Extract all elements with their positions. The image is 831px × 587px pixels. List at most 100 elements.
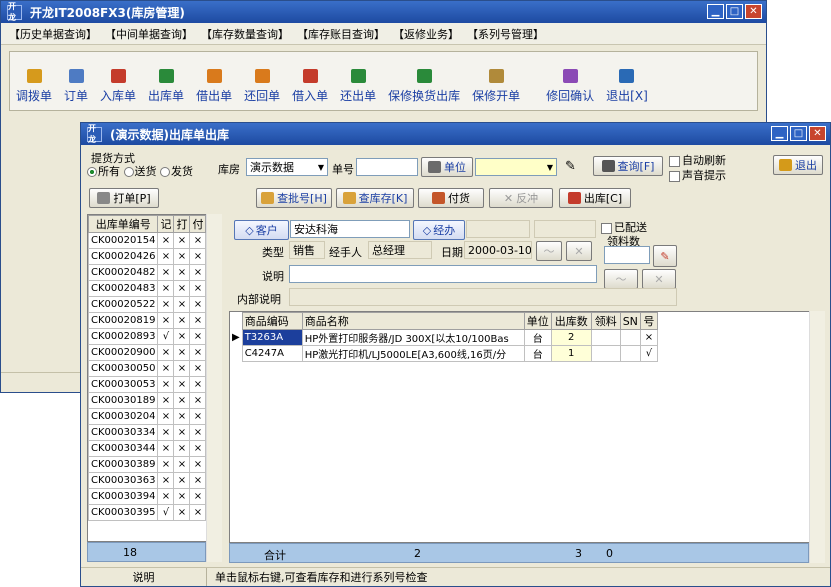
item-cell[interactable] [590, 329, 621, 346]
clear-button[interactable]: ✕ [566, 241, 592, 261]
item-row[interactable]: ▶ T3263A HP外置打印服务器/JD 300X[以太10/100Bas 台 2 × [230, 329, 658, 346]
toolbar-button-2[interactable]: 入库单 [94, 69, 142, 104]
item-cell[interactable]: 台 [523, 345, 552, 362]
toolbar-button-11[interactable]: 退出[X] [600, 69, 654, 104]
print-button[interactable]: 打单[P] [89, 188, 159, 208]
order-list-row[interactable]: CK00030189 × × × [88, 392, 206, 409]
stock-query-button[interactable]: 查库存[K] [336, 188, 414, 208]
unit-chevron-down-icon[interactable]: ▼ [547, 163, 553, 172]
menu-item-1[interactable]: 【中间单据查询】 [105, 26, 193, 42]
item-row[interactable]: C4247A HP激光打印机/LJ5000LE[A3,600线,16页/分台 1 √ [230, 345, 658, 362]
dialog-close-icon[interactable]: ✕ [809, 126, 826, 141]
menu-item-0[interactable]: 【历史单据查询】 [9, 26, 97, 42]
col-recorded[interactable]: 记 [157, 215, 175, 233]
order-list-row[interactable]: CK00030389 × × × [88, 456, 206, 473]
customer-field[interactable]: 安达科海 [290, 220, 410, 238]
close-icon[interactable]: ✕ [745, 4, 762, 19]
minimize-icon[interactable]: ▁ [707, 4, 724, 19]
unit-select[interactable]: ▼ [475, 158, 557, 176]
query-button[interactable]: 查询[F] [593, 156, 663, 176]
toolbar-button-3[interactable]: 出库单 [142, 69, 190, 104]
item-cell[interactable]: HP外置打印服务器/JD 300X[以太10/100Bas [301, 329, 525, 346]
col-unit[interactable]: 单位 [523, 312, 552, 330]
order-list-row[interactable]: CK00020483 × × × [88, 280, 206, 297]
sound-prompt-checkbox[interactable]: 声音提示 [669, 167, 726, 183]
radio-ship[interactable] [160, 167, 170, 177]
doc-no-input[interactable] [356, 158, 418, 176]
menu-item-2[interactable]: 【库存数量查询】 [201, 26, 289, 42]
col-material[interactable]: 领料 [590, 312, 621, 330]
toolbar-button-4[interactable]: 借出单 [190, 69, 238, 104]
order-list-row[interactable]: CK00030053 × × × [88, 376, 206, 393]
radio-send[interactable] [123, 167, 134, 177]
order-list-row[interactable]: CK00030394 × × × [88, 488, 206, 505]
material-sign-button[interactable]: 〜 [604, 269, 638, 289]
order-list-row[interactable]: CK00030204 × × × [88, 408, 206, 425]
order-list-row[interactable]: CK00030344 × × × [88, 440, 206, 457]
eyedropper-icon[interactable]: ✎ [565, 159, 576, 174]
dialog-minimize-icon[interactable]: ▁ [771, 126, 788, 141]
order-list-row[interactable]: CK00020426 × × × [88, 248, 206, 265]
menu-item-5[interactable]: 【系列号管理】 [467, 26, 544, 42]
item-cell[interactable]: √ [639, 345, 658, 362]
col-product-code[interactable]: 商品编码 [241, 312, 303, 330]
handler-field[interactable] [466, 220, 530, 238]
chevron-down-icon[interactable]: ▼ [318, 163, 324, 172]
item-cell[interactable]: 1 [550, 345, 592, 362]
order-list-row[interactable]: CK00030363 × × × [88, 472, 206, 489]
toolbar-button-10[interactable]: 修回确认 [540, 69, 600, 104]
order-list-row[interactable]: CK00020819 × × × [88, 312, 206, 329]
order-list-row[interactable]: CK00020893 √ × × [88, 328, 206, 345]
item-cell[interactable]: C4247A [241, 345, 303, 362]
date-field[interactable]: 2000-03-10 [464, 241, 532, 259]
exit-button[interactable]: 退出 [773, 155, 823, 175]
auto-refresh-checkbox[interactable]: 自动刷新 [669, 152, 726, 168]
order-list-row[interactable]: CK00020154 × × × [88, 232, 206, 249]
toolbar-button-7[interactable]: 还出单 [334, 69, 382, 104]
toolbar-button-8[interactable]: 保修换货出库 [382, 69, 466, 104]
col-qty[interactable]: 出库数 [550, 312, 592, 330]
item-cell[interactable] [590, 345, 621, 362]
handler-button[interactable]: ◇ 经办 [413, 220, 465, 240]
item-cell[interactable]: T3263A [241, 329, 303, 346]
material-edit-button[interactable]: ✎ [653, 245, 677, 267]
toolbar-button-9[interactable]: 保修开单 [466, 69, 526, 104]
item-cell[interactable]: 2 [550, 329, 592, 346]
warehouse-select[interactable]: 演示数据 ▼ [246, 158, 328, 176]
order-list-row[interactable]: CK00020482 × × × [88, 264, 206, 281]
outbound-button[interactable]: 出库[C] [559, 188, 631, 208]
item-cell[interactable]: × [639, 329, 658, 346]
dialog-maximize-icon[interactable]: □ [790, 126, 807, 141]
item-cell[interactable] [619, 345, 641, 362]
col-sn[interactable]: SN [619, 312, 641, 330]
internal-note-field[interactable] [289, 288, 677, 306]
item-cell[interactable]: 台 [523, 329, 552, 346]
toolbar-button-5[interactable]: 还回单 [238, 69, 286, 104]
unit-button[interactable]: 单位 [421, 157, 473, 177]
material-clear-button[interactable]: ✕ [642, 269, 676, 289]
order-list-row[interactable]: CK00030395 √ × × [88, 504, 206, 521]
menu-item-3[interactable]: 【库存账目查询】 [297, 26, 385, 42]
batch-query-button[interactable]: 查批号[H] [256, 188, 332, 208]
item-cell[interactable] [619, 329, 641, 346]
material-count-field[interactable] [604, 246, 650, 264]
order-list-row[interactable]: CK00030050 × × × [88, 360, 206, 377]
col-serial[interactable]: 号 [639, 312, 658, 330]
item-cell[interactable]: HP激光打印机/LJ5000LE[A3,600线,16页/分 [301, 345, 525, 362]
order-list-row[interactable]: CK00020900 × × × [88, 344, 206, 361]
order-list-scrollbar[interactable] [206, 214, 222, 562]
toolbar-button-6[interactable]: 借入单 [286, 69, 334, 104]
col-printed[interactable]: 打 [173, 215, 191, 233]
payment-button[interactable]: 付货 [418, 188, 484, 208]
toolbar-button-1[interactable]: 订单 [58, 69, 94, 104]
customer-button[interactable]: ◇ 客户 [234, 220, 289, 240]
col-order-no[interactable]: 出库单编号 [88, 215, 159, 233]
note-field[interactable] [289, 265, 597, 283]
radio-all[interactable] [87, 167, 97, 177]
order-list-row[interactable]: CK00020522 × × × [88, 296, 206, 313]
col-paid[interactable]: 付 [189, 215, 206, 233]
order-list-row[interactable]: CK00030334 × × × [88, 424, 206, 441]
reverse-button[interactable]: ✕ 反冲 [489, 188, 553, 208]
items-scrollbar[interactable] [809, 311, 825, 563]
col-product-name[interactable]: 商品名称 [301, 312, 525, 330]
